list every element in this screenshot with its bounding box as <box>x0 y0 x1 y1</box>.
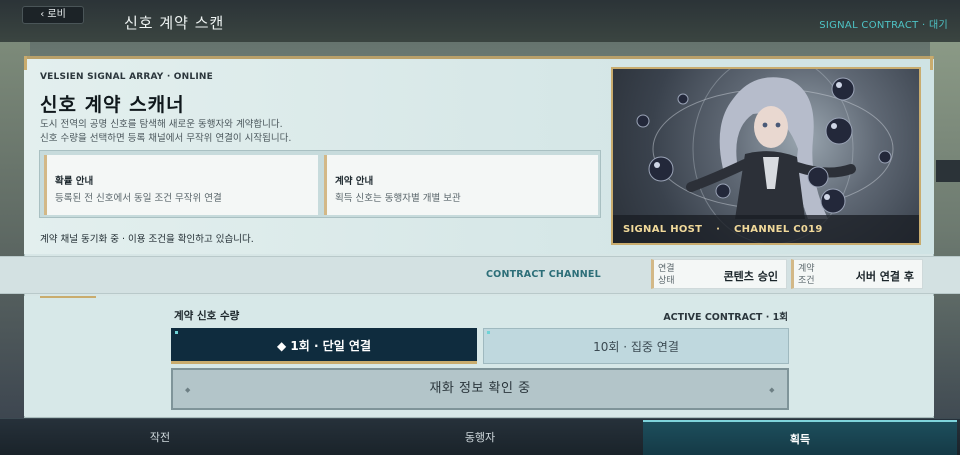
gold-corner-mark <box>24 56 27 70</box>
tab-operations[interactable]: 작전 <box>0 420 320 455</box>
contract-info-card[interactable]: 계약 안내 획득 신호는 동행자별 개별 보관 <box>324 155 598 215</box>
condition-value: 서버 연결 후 <box>855 270 914 283</box>
card-title: 확률 안내 <box>55 176 94 187</box>
currency-check-button[interactable]: ◆ 재화 정보 확인 중 ◆ <box>171 368 789 410</box>
diamond-icon: ◆ <box>185 386 191 394</box>
caption-channel: CHANNEL C019 <box>734 224 823 235</box>
condition-key: 계약 조건 <box>798 264 815 286</box>
currency-status-label: 재화 정보 확인 중 <box>429 381 531 396</box>
page-heading: 신호 계약 스캐너 <box>40 94 185 116</box>
description-line: 도시 전역의 공명 신호를 탐색해 새로운 동행자와 계약합니다. <box>40 119 283 130</box>
card-text: 등록된 전 신호에서 동일 조건 무작위 연결 <box>55 193 222 204</box>
single-pull-button[interactable]: ◆ 1회 · 단일 연결 <box>171 328 477 364</box>
signal-quantity-label: 계약 신호 수량 <box>174 310 240 322</box>
caption-separator: · <box>716 224 721 235</box>
selection-indicator <box>175 331 178 334</box>
contract-status-text: SIGNAL CONTRACT · 대기 <box>819 20 948 31</box>
back-to-lobby-button[interactable]: ‹ 로비 <box>22 6 84 24</box>
background-scenery-right <box>930 40 960 420</box>
selection-indicator <box>487 331 490 334</box>
contract-condition-box: 계약 조건 서버 연결 후 <box>791 259 923 289</box>
condition-key: 연결 상태 <box>658 264 675 286</box>
screen-title: 신호 계약 스캔 <box>124 14 225 32</box>
array-status-subheading: VELSIEN SIGNAL ARRAY · ONLINE <box>40 72 213 82</box>
ten-pull-button[interactable]: 10회 · 집중 연결 <box>483 328 789 364</box>
tab-acquire[interactable]: 획득 <box>643 420 957 455</box>
info-cards: 확률 안내 등록된 전 신호에서 동일 조건 무작위 연결 계약 안내 획득 신… <box>39 150 601 218</box>
signal-host-art: SIGNAL HOST · CHANNEL C019 <box>611 67 921 245</box>
condition-value: 콘텐츠 승인 <box>723 270 778 283</box>
active-contract-label: ACTIVE CONTRACT · 1회 <box>663 312 788 323</box>
probability-info-card[interactable]: 확률 안내 등록된 전 신호에서 동일 조건 무작위 연결 <box>44 155 318 215</box>
card-title: 계약 안내 <box>335 176 374 187</box>
art-caption: SIGNAL HOST · CHANNEL C019 <box>613 215 919 243</box>
gold-corner-mark <box>930 56 933 70</box>
contract-channel-label: CONTRACT CHANNEL <box>486 269 601 280</box>
caption-host: SIGNAL HOST <box>623 224 703 235</box>
diamond-icon: ◆ <box>769 386 775 394</box>
sync-status-note: 계약 채널 동기화 중 · 이용 조건을 확인하고 있습니다. <box>40 234 254 245</box>
connection-status-box: 연결 상태 콘텐츠 승인 <box>651 259 787 289</box>
card-text: 획득 신호는 동행자별 개별 보관 <box>335 193 461 204</box>
description-line: 신호 수량을 선택하면 등록 채널에서 무작위 연결이 시작됩니다. <box>40 133 292 144</box>
gold-accent-line <box>40 296 96 298</box>
tab-companions[interactable]: 동행자 <box>320 420 640 455</box>
